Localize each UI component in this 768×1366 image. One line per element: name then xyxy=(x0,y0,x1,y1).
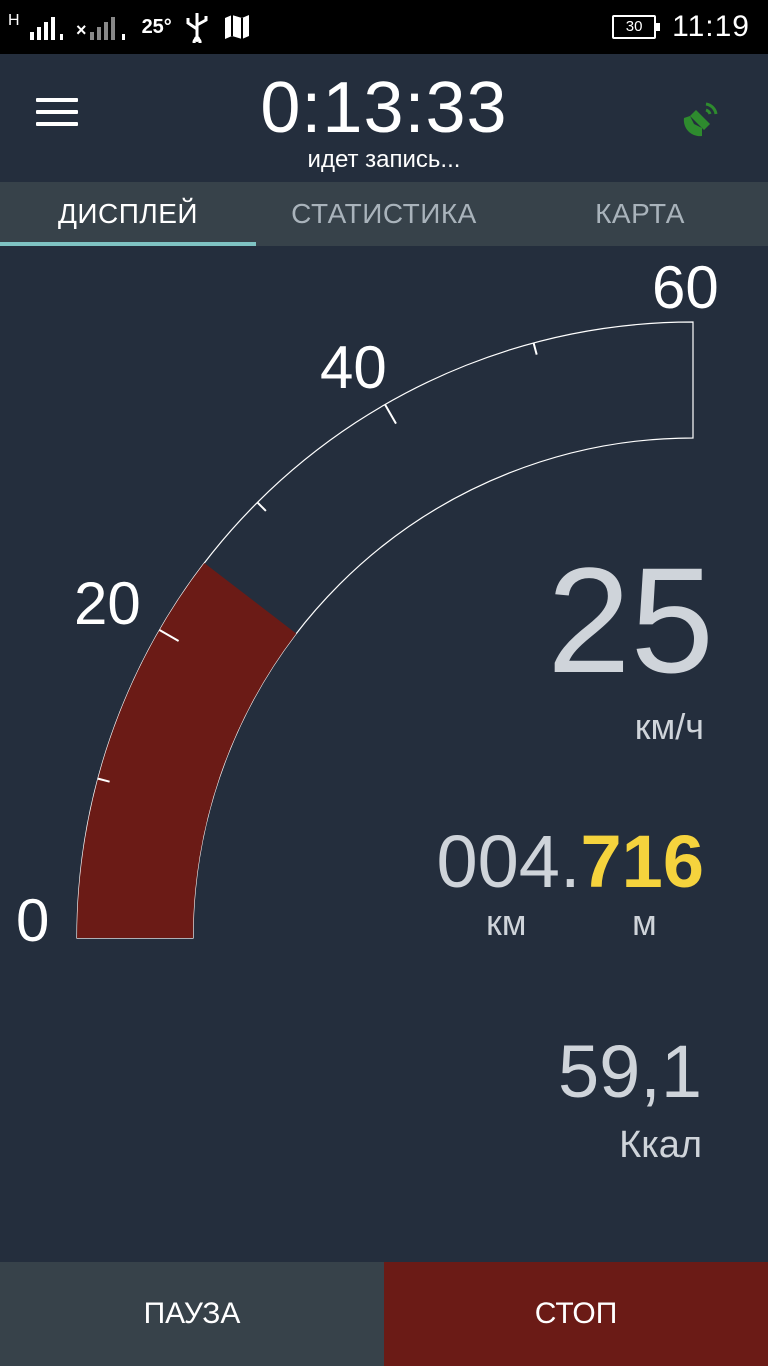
recording-status: идет запись... xyxy=(307,146,461,173)
tab-statistics[interactable]: СТАТИСТИКА xyxy=(256,182,512,246)
gauge-label-20: 20 xyxy=(74,570,141,637)
battery-icon: 30 xyxy=(612,15,661,39)
speed-unit: км/ч xyxy=(634,706,704,747)
distance-value: 004.716 xyxy=(437,820,705,904)
distance-unit-m: м xyxy=(632,902,657,943)
tab-map[interactable]: КАРТА xyxy=(512,182,768,246)
stop-button[interactable]: СТОП xyxy=(384,1262,768,1366)
gauge-label-40: 40 xyxy=(320,334,387,401)
temperature-label: 25° xyxy=(141,15,172,38)
distance-km-part: 004. xyxy=(436,820,581,903)
status-bar: H × 25° 30 11:19 xyxy=(0,0,768,54)
calories-value: 59,1 xyxy=(557,1030,702,1113)
distance-unit-km: км xyxy=(486,902,527,943)
gauge-tick xyxy=(532,342,538,355)
satellite-icon[interactable] xyxy=(676,96,724,144)
network-type-label: H xyxy=(8,12,20,29)
signal-strength-sim2-icon: × xyxy=(76,17,125,40)
calories-unit: Ккал xyxy=(619,1124,702,1166)
status-left: H × 25° xyxy=(8,6,252,48)
app-bar: 0:13:33 идет запись... xyxy=(0,54,768,182)
status-right: 30 11:19 xyxy=(612,0,750,54)
tab-bar: ДИСПЛЕЙ СТАТИСТИКА КАРТА xyxy=(0,182,768,246)
gauge-tick xyxy=(384,404,397,425)
elapsed-timer: 0:13:33 xyxy=(260,68,508,148)
current-speed-value: 25 xyxy=(547,536,714,704)
gauge-label-0: 0 xyxy=(16,887,49,954)
pause-button[interactable]: ПАУЗА xyxy=(0,1262,384,1366)
tab-display[interactable]: ДИСПЛЕЙ xyxy=(0,182,256,246)
gauge-label-60: 60 xyxy=(652,254,719,321)
bottom-action-bar: ПАУЗА СТОП xyxy=(0,1262,768,1366)
map-icon xyxy=(224,15,249,39)
distance-m-part: 716 xyxy=(580,820,704,903)
usb-icon xyxy=(186,13,208,43)
svg-text:×: × xyxy=(76,20,87,40)
signal-strength-icon xyxy=(29,17,63,40)
gauge-tick xyxy=(256,501,267,512)
status-clock: 11:19 xyxy=(672,10,750,43)
